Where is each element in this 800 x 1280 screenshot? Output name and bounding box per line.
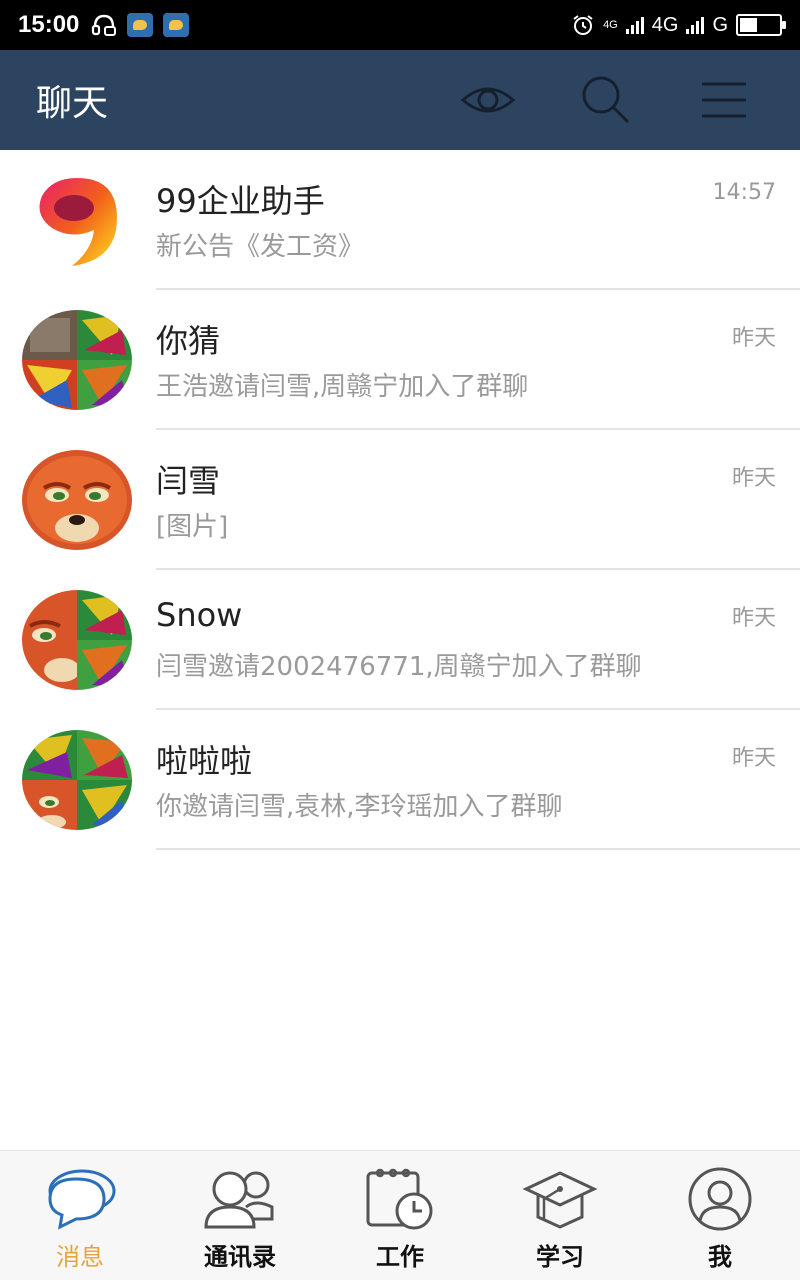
nav-messages[interactable]: 消息 xyxy=(0,1151,160,1280)
alarm-icon xyxy=(573,15,593,35)
network-small-label: 4G xyxy=(603,18,618,31)
calendar-clock-icon xyxy=(360,1165,440,1233)
nav-contacts[interactable]: 通讯录 xyxy=(160,1151,320,1280)
chat-name: Snow xyxy=(156,596,243,634)
chat-item[interactable]: 你猜 王浩邀请闫雪,周赣宁加入了群聊 昨天 xyxy=(0,290,800,430)
headset-notification-icon xyxy=(92,14,117,36)
chat-time: 14:57 xyxy=(712,180,776,205)
avatar-app-logo xyxy=(22,170,132,270)
nav-learning[interactable]: 学习 xyxy=(480,1151,640,1280)
status-indicators: 4G 4G G xyxy=(571,13,786,37)
chat-name: 闫雪 xyxy=(156,462,221,500)
menu-icon xyxy=(702,82,746,118)
network-label-1: 4G xyxy=(651,13,679,36)
chat-name: 啦啦啦 xyxy=(156,742,253,780)
avatar-group-collage xyxy=(22,730,132,830)
contacts-icon xyxy=(200,1165,280,1233)
chat-time: 昨天 xyxy=(731,746,776,771)
nav-me[interactable]: 我 xyxy=(640,1151,800,1280)
battery-fill xyxy=(740,18,758,32)
profile-icon xyxy=(680,1165,760,1233)
avatar-fox-photo xyxy=(22,450,132,550)
nav-label: 学习 xyxy=(536,1243,584,1271)
status-notification-icons xyxy=(91,13,190,37)
bottom-nav: 消息 通讯录 工作 学习 我 xyxy=(0,1150,800,1280)
chat-name: 你猜 xyxy=(156,322,221,360)
avatar-group-collage xyxy=(22,590,132,690)
header-actions xyxy=(410,60,764,140)
status-time: 15:00 xyxy=(18,11,80,38)
search-button[interactable] xyxy=(566,60,646,140)
nav-label: 我 xyxy=(708,1243,732,1271)
avatar-group-collage xyxy=(22,310,132,410)
chat-preview: 闫雪邀请2002476771,周赣宁加入了群聊 xyxy=(156,652,642,682)
signal-strength-icon xyxy=(686,16,705,34)
chat-preview: 王浩邀请闫雪,周赣宁加入了群聊 xyxy=(156,372,529,402)
chat-name: 99企业助手 xyxy=(156,182,325,220)
nav-work[interactable]: 工作 xyxy=(320,1151,480,1280)
chat-item[interactable]: 啦啦啦 你邀请闫雪,袁林,李玲瑶加入了群聊 昨天 xyxy=(0,710,800,850)
menu-button[interactable] xyxy=(684,60,764,140)
eye-icon xyxy=(460,87,516,113)
app-notification-icon xyxy=(127,13,154,37)
chat-preview: 你邀请闫雪,袁林,李玲瑶加入了群聊 xyxy=(156,792,563,822)
battery-icon xyxy=(736,14,786,36)
chat-time: 昨天 xyxy=(731,326,776,351)
chat-list: 99企业助手 新公告《发工资》 14:57 你猜 王浩邀请闫雪,周赣宁加入了群聊… xyxy=(0,150,800,850)
app-header: 聊天 xyxy=(0,50,800,150)
divider xyxy=(156,848,800,850)
chat-item[interactable]: 闫雪 [图片] 昨天 xyxy=(0,430,800,570)
nav-label: 消息 xyxy=(56,1243,104,1271)
chat-time: 昨天 xyxy=(731,606,776,631)
chat-bubbles-icon xyxy=(40,1165,120,1233)
chat-preview: [图片] xyxy=(156,512,229,542)
chat-item[interactable]: 99企业助手 新公告《发工资》 14:57 xyxy=(0,150,800,290)
chat-item[interactable]: Snow 闫雪邀请2002476771,周赣宁加入了群聊 昨天 xyxy=(0,570,800,710)
nav-label: 工作 xyxy=(376,1243,424,1271)
page-title: 聊天 xyxy=(36,83,109,124)
chat-time: 昨天 xyxy=(731,466,776,491)
nav-label: 通讯录 xyxy=(204,1243,276,1271)
chat-preview: 新公告《发工资》 xyxy=(156,232,365,262)
eye-button[interactable] xyxy=(448,60,528,140)
search-icon xyxy=(582,76,630,124)
signal-strength-icon xyxy=(625,16,644,34)
app-notification-icon xyxy=(163,13,190,37)
graduation-cap-icon xyxy=(520,1165,600,1233)
status-bar: 15:00 4G 4G G xyxy=(0,0,800,50)
network-label-2: G xyxy=(712,13,728,36)
